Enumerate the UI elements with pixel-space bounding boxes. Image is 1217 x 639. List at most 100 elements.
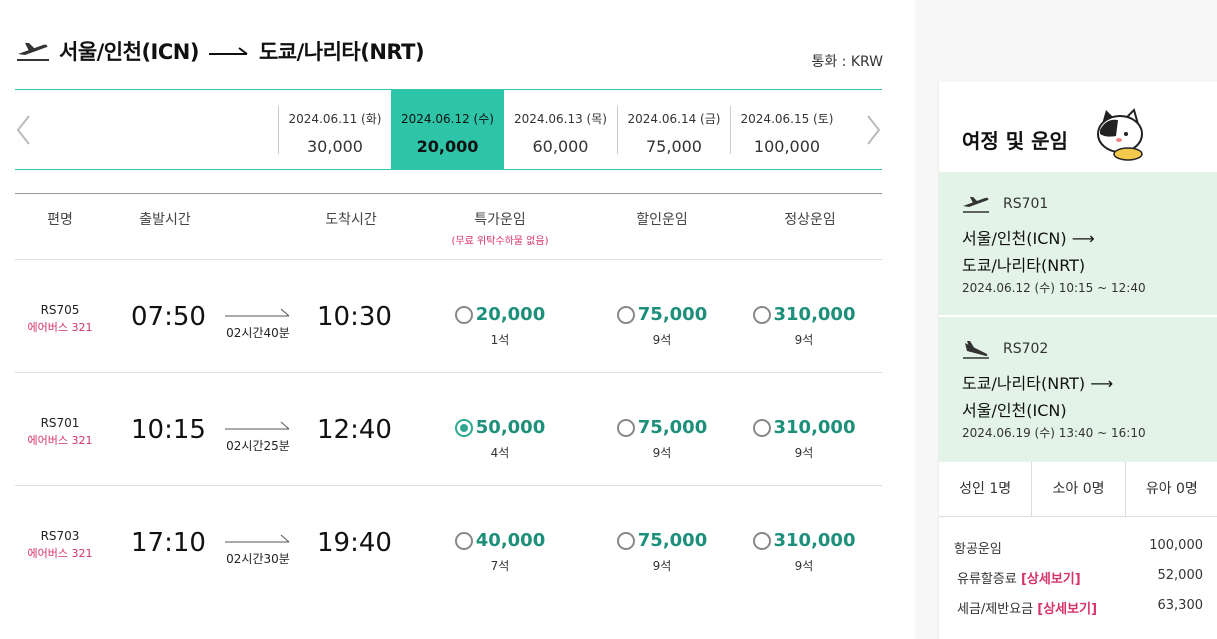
- duration-arrow-icon: [225, 421, 290, 430]
- radio-button[interactable]: [616, 418, 635, 437]
- date-option[interactable]: 2024.06.15 (토) 100,000: [730, 106, 843, 156]
- flight-number: RS701: [40, 416, 80, 430]
- flight-number: RS705: [40, 303, 80, 317]
- fare-amount: 310,000: [773, 304, 856, 325]
- special-fare-option[interactable]: 50,000 4석: [435, 417, 565, 461]
- date-text: 2024.06.15 (토): [740, 112, 834, 126]
- duration-cell: 02시간25분: [223, 419, 293, 454]
- radio-button-selected[interactable]: [454, 418, 473, 437]
- special-fare-option[interactable]: 20,000 1석: [435, 304, 565, 348]
- seats-left: 1석: [490, 333, 510, 347]
- arrow-icon: ⟶: [1090, 374, 1114, 393]
- prev-dates-icon[interactable]: [15, 114, 33, 146]
- radio-button[interactable]: [752, 305, 771, 324]
- aircraft-type: 에어버스 321: [27, 434, 93, 447]
- cat-mascot-icon: [1097, 108, 1143, 161]
- duration-text: 02시간40분: [226, 326, 290, 340]
- duration-text: 02시간25분: [226, 439, 290, 453]
- passenger-counts: 성인 1명 소아 0명 유아 0명: [939, 462, 1217, 517]
- segment-from: 서울/인천(ICN) ⟶: [962, 225, 1095, 249]
- special-fare-option[interactable]: 40,000 7석: [435, 530, 565, 574]
- date-price: 30,000: [307, 137, 363, 156]
- radio-button[interactable]: [752, 531, 771, 550]
- fare-amount: 75,000: [637, 530, 708, 551]
- discount-fare-option[interactable]: 75,000 9석: [597, 304, 727, 348]
- fuel-detail-link[interactable]: [상세보기]: [1021, 572, 1081, 587]
- header-regular: 정상운임: [784, 212, 836, 228]
- radio-button[interactable]: [616, 305, 635, 324]
- regular-fare-option[interactable]: 310,000 9석: [739, 417, 869, 461]
- duration-cell: 02시간40분: [223, 306, 293, 341]
- radio-button[interactable]: [752, 418, 771, 437]
- table-row: RS703 에어버스 321 17:10 02시간30분 19:40 40,00…: [15, 486, 882, 599]
- fare-amount: 75,000: [637, 417, 708, 438]
- date-option[interactable]: 2024.06.14 (금) 75,000: [617, 106, 730, 156]
- infant-count: 유아 0명: [1145, 481, 1198, 497]
- date-option-selected[interactable]: 2024.06.12 (수) 20,000: [391, 90, 504, 170]
- segment-from-text: 도쿄/나리타(NRT): [962, 374, 1086, 393]
- tax-value: 63,300: [1157, 598, 1204, 613]
- tax-label: 세금/제반요금: [957, 602, 1034, 617]
- segment-from: 도쿄/나리타(NRT) ⟶: [962, 370, 1113, 394]
- date-option[interactable]: 2024.06.11 (화) 30,000: [278, 106, 391, 156]
- tax-line: 세금/제반요금 [상세보기] 63,300: [939, 598, 1217, 628]
- seats-left: 9석: [652, 333, 672, 347]
- segment-to: 서울/인천(ICN): [962, 401, 1067, 420]
- fuel-value: 52,000: [1157, 568, 1204, 583]
- date-price: 100,000: [753, 137, 821, 156]
- fuel-label-wrap: 유류할증료 [상세보기]: [957, 568, 1081, 587]
- radio-button[interactable]: [454, 531, 473, 550]
- aircraft-type: 에어버스 321: [27, 321, 93, 334]
- seats-left: 4석: [490, 446, 510, 460]
- seats-left: 9석: [652, 446, 672, 460]
- segment-datetime: 2024.06.19 (수) 13:40 ~ 16:10: [962, 426, 1146, 440]
- seats-left: 7석: [490, 559, 510, 573]
- fare-amount: 50,000: [475, 417, 546, 438]
- radio-button[interactable]: [616, 531, 635, 550]
- duration-text: 02시간30분: [226, 552, 290, 566]
- currency-label: 통화 : KRW: [811, 54, 883, 70]
- segment-header: RS701: [961, 194, 1048, 214]
- airfare-value: 100,000: [1149, 538, 1203, 553]
- arrive-time: 10:30: [317, 302, 392, 332]
- inbound-segment: RS702 도쿄/나리타(NRT) ⟶ 서울/인천(ICN) 2024.06.1…: [939, 317, 1217, 462]
- header-flight: 편명: [47, 212, 73, 228]
- tax-label-wrap: 세금/제반요금 [상세보기]: [957, 598, 1097, 617]
- takeoff-plane-icon: [963, 197, 989, 213]
- arrive-time: 19:40: [317, 528, 392, 558]
- segment-from-text: 서울/인천(ICN): [962, 229, 1067, 248]
- flight-table: 편명 출발시간 도착시간 특가운임 (무료 위탁수하물 없음) 할인운임 정상운…: [15, 193, 882, 599]
- next-dates-icon[interactable]: [864, 114, 882, 146]
- tax-detail-link[interactable]: [상세보기]: [1037, 602, 1097, 617]
- landing-plane-icon: [963, 341, 989, 359]
- segment-flight-number: RS701: [1003, 196, 1049, 212]
- date-price: 75,000: [646, 137, 702, 156]
- fare-amount: 40,000: [475, 530, 546, 551]
- date-option[interactable]: 2024.06.13 (목) 60,000: [504, 106, 617, 156]
- segment-to: 도쿄/나리타(NRT): [962, 256, 1086, 275]
- duration-arrow-icon: [225, 308, 290, 317]
- airfare-label: 항공운임: [954, 542, 1002, 557]
- date-price: 20,000: [416, 137, 479, 156]
- discount-fare-option[interactable]: 75,000 9석: [597, 530, 727, 574]
- seats-left: 9석: [652, 559, 672, 573]
- outbound-segment: RS701 서울/인천(ICN) ⟶ 도쿄/나리타(NRT) 2024.06.1…: [939, 172, 1217, 315]
- seats-left: 9석: [794, 333, 814, 347]
- flight-number: RS703: [40, 529, 80, 543]
- discount-fare-option[interactable]: 75,000 9석: [597, 417, 727, 461]
- panel-title: 여정 및 운임: [962, 129, 1068, 153]
- regular-fare-option[interactable]: 310,000 9석: [739, 304, 869, 348]
- date-selector: 2024.06.11 (화) 30,000 2024.06.12 (수) 20,…: [15, 89, 882, 170]
- date-text: 2024.06.12 (수): [401, 112, 494, 126]
- segment-datetime: 2024.06.12 (수) 10:15 ~ 12:40: [962, 281, 1146, 295]
- radio-button[interactable]: [454, 305, 473, 324]
- fuel-surcharge-line: 유류할증료 [상세보기] 52,000: [939, 568, 1217, 598]
- arrow-icon: ⟶: [1071, 229, 1095, 248]
- fare-amount: 310,000: [773, 417, 856, 438]
- date-text: 2024.06.13 (목): [514, 112, 607, 126]
- header-special-note: (무료 위탁수하물 없음): [451, 236, 549, 247]
- header-discount: 할인운임: [636, 212, 688, 228]
- regular-fare-option[interactable]: 310,000 9석: [739, 530, 869, 574]
- header-special-label: 특가운임: [474, 212, 526, 228]
- adult-count: 성인 1명: [939, 462, 1033, 516]
